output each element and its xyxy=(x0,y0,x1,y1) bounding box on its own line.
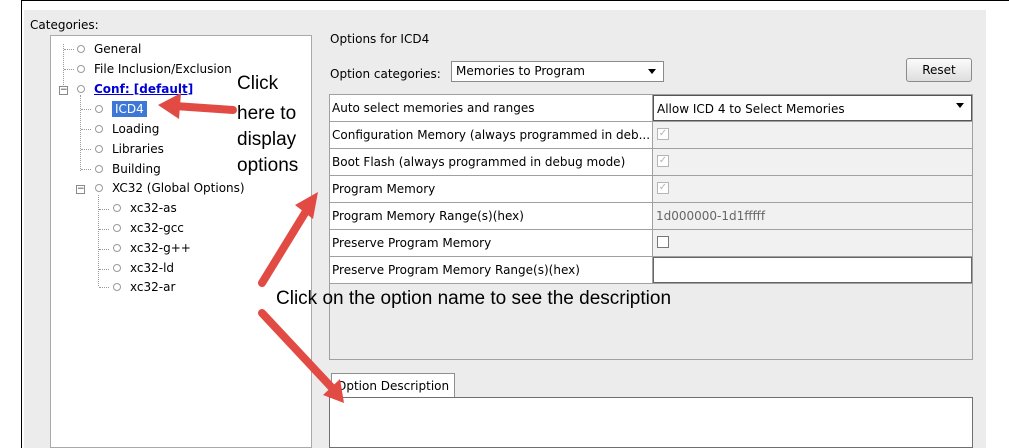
arrow-to-option-name xyxy=(258,204,312,287)
annotation-arrows xyxy=(158,93,344,403)
arrow-to-description xyxy=(258,309,338,394)
arrow-to-icd4 xyxy=(171,102,237,114)
arrow-head-icon xyxy=(158,93,181,119)
annotation-bottom: Click on the option name to see the desc… xyxy=(276,288,672,309)
